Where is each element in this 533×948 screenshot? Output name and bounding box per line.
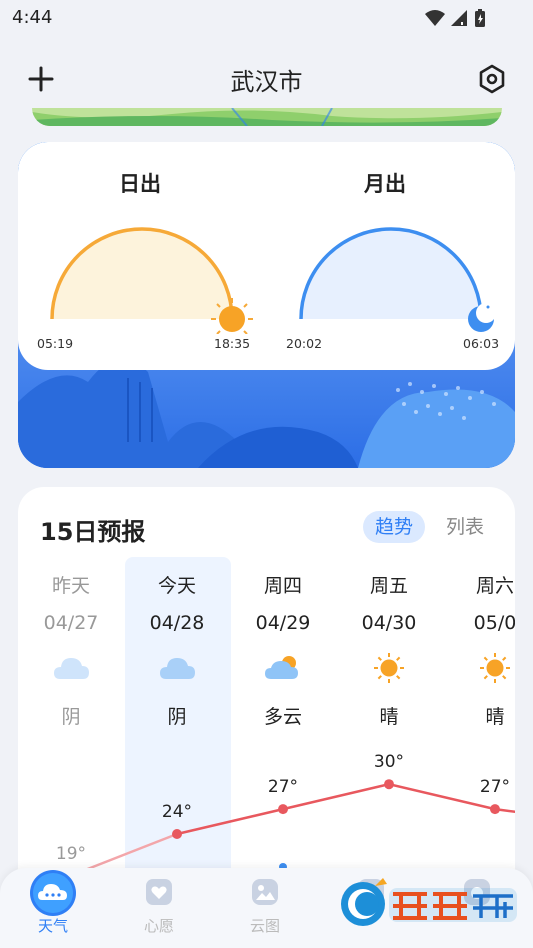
sunset-time: 18:35 [214, 336, 251, 351]
status-time: 4:44 [12, 7, 53, 28]
watermark-logo [335, 872, 525, 936]
temperature-label: 27° [267, 777, 299, 798]
temperature-label: 27° [479, 777, 511, 798]
sun-arc [50, 227, 253, 334]
battery-icon [475, 9, 485, 27]
nav-wish[interactable]: 心愿 [106, 868, 212, 948]
settings-button[interactable] [475, 62, 509, 96]
nav-weather[interactable]: 天气 [0, 868, 106, 948]
signal-icon [451, 10, 467, 26]
sunrise-time: 05:19 [37, 336, 74, 351]
sun-moon-card: 日出 05:19 18:35 月出 20:02 06:03 [18, 142, 515, 468]
sunrise-title: 日出 [119, 172, 161, 196]
nav-cloud-map[interactable]: 云图 [212, 868, 318, 948]
cloud-icon [30, 870, 76, 916]
moonrise-title: 月出 [364, 172, 406, 196]
trend-point [490, 804, 500, 815]
trend-point [384, 779, 394, 790]
app-header: 武汉市 [0, 48, 533, 108]
wifi-icon [425, 10, 445, 26]
weather-banner-image [32, 108, 502, 126]
status-bar: 4:44 [0, 0, 533, 36]
nav-wish-label: 心愿 [143, 917, 174, 935]
moonrise-time: 20:02 [286, 336, 323, 351]
temperature-label: 30° [373, 752, 405, 773]
picture-icon [252, 879, 278, 905]
heart-card-icon [146, 879, 172, 905]
sunrise-section: 日出 05:19 18:35 [18, 142, 266, 370]
city-title[interactable]: 武汉市 [0, 62, 533, 97]
moon-arc [299, 227, 496, 332]
temperature-label: 24° [161, 802, 193, 822]
nav-weather-label: 天气 [37, 917, 68, 935]
moonrise-section: 月出 20:02 06:03 [267, 142, 515, 370]
moonset-time: 06:03 [463, 336, 500, 351]
status-icons [423, 8, 493, 28]
gear-icon [479, 64, 505, 94]
nav-cloud-map-label: 云图 [249, 917, 280, 935]
trend-point [172, 829, 182, 839]
temperature-label: 19° [55, 843, 87, 864]
sun-moon-panel: 日出 05:19 18:35 月出 20:02 06:03 [18, 142, 515, 370]
trend-point [278, 804, 288, 815]
